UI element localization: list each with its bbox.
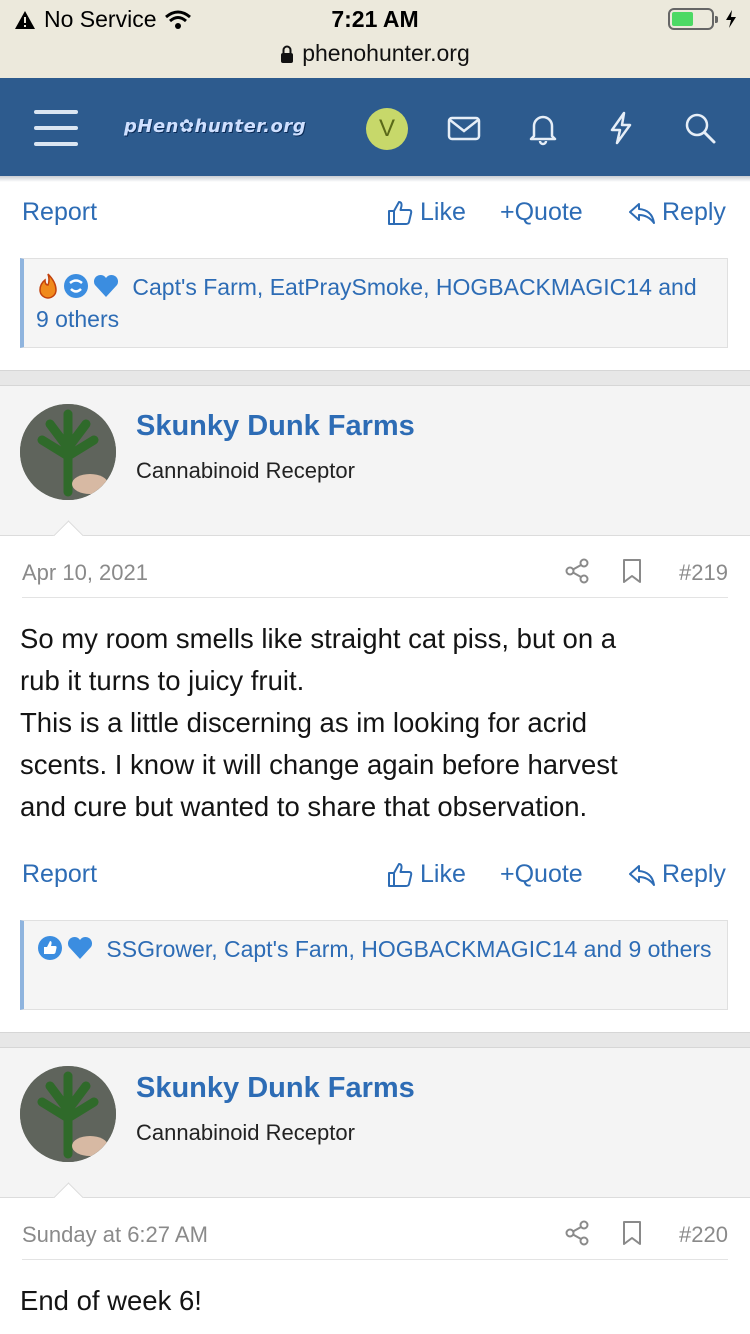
status-right <box>668 8 738 30</box>
browser-chrome: No Service 7:21 AM phenohunter.org <box>0 0 750 78</box>
post-separator <box>0 370 750 386</box>
user-block-notch <box>50 518 86 536</box>
post-body-line: rub it turns to juicy fruit. <box>20 665 305 696</box>
user-block-notch <box>50 1180 86 1198</box>
quote-button[interactable]: +Quote <box>500 860 583 889</box>
like-icon <box>388 200 413 225</box>
like-icon <box>388 862 413 887</box>
reactions-text: SSGrower, Capt's Farm, HOGBACKMAGIC14 an… <box>106 936 712 962</box>
like-button[interactable]: Like <box>386 198 466 227</box>
post-body-line: and cure but wanted to share that observ… <box>20 791 588 822</box>
share-icon[interactable] <box>564 558 590 584</box>
author-title: Cannabinoid Receptor <box>136 1120 355 1145</box>
post-body: End of week 6! <box>20 1280 732 1322</box>
heart-reaction-icon <box>93 274 119 297</box>
reply-button[interactable]: Reply <box>628 860 726 889</box>
author-avatar[interactable] <box>20 1066 116 1162</box>
post-user-block: Skunky Dunk Farms Cannabinoid Receptor <box>0 1048 750 1198</box>
author-avatar[interactable] <box>20 404 116 500</box>
report-link[interactable]: Report <box>22 860 97 889</box>
reactions-bar[interactable]: SSGrower, Capt's Farm, HOGBACKMAGIC14 an… <box>20 920 728 1010</box>
bell-icon[interactable] <box>525 110 561 146</box>
post-date[interactable]: Sunday at 6:27 AM <box>22 1222 208 1248</box>
post-actions: Report Like +Quote Reply <box>22 192 728 232</box>
smile-reaction-icon <box>64 274 88 298</box>
author-title: Cannabinoid Receptor <box>136 458 355 483</box>
post-number[interactable]: #220 <box>679 1222 728 1248</box>
reply-icon <box>629 202 655 224</box>
post-body-line: End of week 6! <box>20 1285 202 1316</box>
quote-button[interactable]: +Quote <box>500 198 583 227</box>
reactions-text: Capt's Farm, EatPraySmoke, HOGBACKMAGIC1… <box>36 274 697 332</box>
site-logo[interactable]: pHen✿hunter.org <box>124 116 306 137</box>
search-icon[interactable] <box>682 110 718 146</box>
battery-icon <box>668 8 718 30</box>
post-user-block: Skunky Dunk Farms Cannabinoid Receptor <box>0 386 750 536</box>
author-name[interactable]: Skunky Dunk Farms <box>136 1072 415 1105</box>
share-icon[interactable] <box>564 1220 590 1246</box>
post-separator <box>0 1032 750 1048</box>
header-shadow <box>0 176 750 182</box>
menu-icon[interactable] <box>34 110 78 146</box>
charging-icon <box>726 10 736 28</box>
post-date[interactable]: Apr 10, 2021 <box>22 560 148 586</box>
status-time: 7:21 AM <box>331 6 419 32</box>
post-body-line: This is a little discerning as im lookin… <box>20 707 588 738</box>
reply-label: Reply <box>662 198 726 226</box>
user-avatar-button[interactable]: V <box>366 108 408 150</box>
post-meta: Apr 10, 2021 #219 <box>22 556 728 598</box>
site-header: pHen✿hunter.org V <box>0 78 750 176</box>
post-meta: Sunday at 6:27 AM #220 <box>22 1218 728 1260</box>
reply-icon <box>629 864 655 886</box>
fire-reaction-icon <box>39 273 57 299</box>
like-label: Like <box>420 860 466 888</box>
reactions-bar[interactable]: Capt's Farm, EatPraySmoke, HOGBACKMAGIC1… <box>20 258 728 348</box>
post-body-line: So my room smells like straight cat piss… <box>20 623 617 654</box>
like-label: Like <box>420 198 466 226</box>
heart-reaction-icon <box>67 936 93 959</box>
bookmark-icon[interactable] <box>620 1220 644 1246</box>
reply-label: Reply <box>662 860 726 888</box>
reply-button[interactable]: Reply <box>628 198 726 227</box>
report-link[interactable]: Report <box>22 198 97 227</box>
bookmark-icon[interactable] <box>620 558 644 584</box>
url-text: phenohunter.org <box>302 40 470 66</box>
post-body-line: scents. I know it will change again befo… <box>20 749 618 780</box>
like-button[interactable]: Like <box>386 860 466 889</box>
bolt-icon[interactable] <box>603 110 639 146</box>
post-body: So my room smells like straight cat piss… <box>20 618 732 828</box>
author-name[interactable]: Skunky Dunk Farms <box>136 410 415 443</box>
mail-icon[interactable] <box>446 110 482 146</box>
post-number[interactable]: #219 <box>679 560 728 586</box>
post-actions: Report Like +Quote Reply <box>22 854 728 894</box>
thumbs-up-reaction-icon <box>38 936 62 960</box>
lock-icon <box>281 45 294 63</box>
url-bar[interactable]: phenohunter.org <box>0 40 750 67</box>
